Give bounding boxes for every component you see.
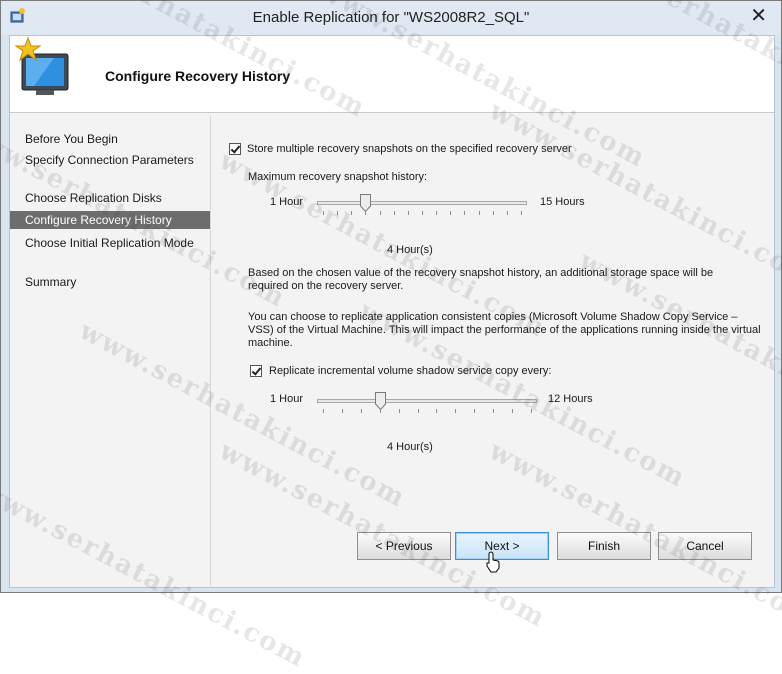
previous-button[interactable]: < Previous bbox=[357, 532, 451, 560]
store-snapshots-checkbox[interactable] bbox=[229, 143, 241, 155]
slider-tick bbox=[422, 211, 423, 215]
title-bar[interactable]: Enable Replication for "WS2008R2_SQL" ✕ bbox=[1, 1, 781, 35]
nav-item-before-you-begin[interactable]: Before You Begin bbox=[10, 131, 210, 147]
close-icon[interactable]: ✕ bbox=[750, 3, 767, 27]
wizard-client-area: Configure Recovery History Before You Be… bbox=[9, 35, 775, 588]
nav-item-choose-replication-disks[interactable]: Choose Replication Disks bbox=[10, 190, 210, 206]
slider-tick bbox=[521, 211, 522, 215]
mouse-cursor-icon bbox=[486, 551, 500, 573]
slider-tick bbox=[351, 211, 353, 215]
wizard-nav: Before You Begin Specify Connection Para… bbox=[10, 116, 210, 586]
vss-slider-track[interactable] bbox=[317, 399, 537, 403]
vss-slider-max-label: 12 Hours bbox=[548, 393, 593, 405]
slider-tick bbox=[512, 409, 514, 413]
slider-tick bbox=[450, 211, 452, 215]
slider-tick bbox=[436, 211, 438, 215]
storage-note: Based on the chosen value of the recover… bbox=[248, 267, 714, 292]
slider-tick bbox=[474, 409, 476, 413]
slider-tick bbox=[531, 409, 532, 413]
slider-tick bbox=[337, 211, 339, 215]
slider-tick bbox=[341, 409, 343, 413]
nav-item-choose-initial-replication-mode[interactable]: Choose Initial Replication Mode bbox=[10, 235, 210, 251]
slider-tick bbox=[379, 409, 381, 413]
vss-checkbox[interactable] bbox=[250, 365, 262, 377]
wizard-header: Configure Recovery History bbox=[10, 36, 774, 113]
slider-tick bbox=[323, 409, 324, 413]
vss-slider-value: 4 Hour(s) bbox=[387, 441, 433, 453]
store-snapshots-label: Store multiple recovery snapshots on the… bbox=[247, 143, 572, 155]
slider-tick bbox=[464, 211, 466, 215]
nav-item-configure-recovery-history[interactable]: Configure Recovery History bbox=[10, 211, 210, 229]
slider-tick bbox=[323, 211, 324, 215]
slider-tick bbox=[506, 211, 508, 215]
max-history-label: Maximum recovery snapshot history: bbox=[248, 171, 428, 183]
wizard-window: Enable Replication for "WS2008R2_SQL" ✕ … bbox=[0, 0, 782, 593]
slider-tick bbox=[365, 211, 367, 215]
slider-tick bbox=[436, 409, 438, 413]
monitor-star-icon bbox=[14, 36, 69, 95]
snapshot-slider-min-label: 1 Hour bbox=[270, 196, 304, 208]
nav-item-summary[interactable]: Summary bbox=[10, 274, 210, 290]
slider-tick bbox=[478, 211, 480, 215]
cancel-button[interactable]: Cancel bbox=[658, 532, 752, 560]
slider-tick bbox=[360, 409, 362, 413]
next-button[interactable]: Next > bbox=[455, 532, 549, 560]
snapshot-slider-thumb[interactable] bbox=[360, 194, 372, 212]
vss-slider-min-label: 1 Hour bbox=[270, 393, 304, 405]
vss-slider-thumb[interactable] bbox=[374, 392, 386, 410]
snapshot-slider-max-label: 15 Hours bbox=[540, 196, 585, 208]
slider-tick bbox=[407, 211, 409, 215]
slider-tick bbox=[398, 409, 400, 413]
slider-tick bbox=[455, 409, 457, 413]
slider-tick bbox=[393, 211, 395, 215]
slider-tick bbox=[492, 211, 494, 215]
wizard-content: Store multiple recovery snapshots on the… bbox=[211, 113, 774, 587]
snapshot-slider-track[interactable] bbox=[317, 201, 527, 205]
snapshot-slider-value: 4 Hour(s) bbox=[387, 244, 433, 256]
slider-tick bbox=[379, 211, 381, 215]
finish-button[interactable]: Finish bbox=[557, 532, 651, 560]
vss-checkbox-label: Replicate incremental volume shadow serv… bbox=[269, 365, 552, 377]
window-title: Enable Replication for "WS2008R2_SQL" bbox=[252, 9, 530, 26]
vss-note: You can choose to replicate application … bbox=[248, 311, 761, 349]
slider-tick bbox=[417, 409, 419, 413]
page-title: Configure Recovery History bbox=[105, 68, 291, 84]
nav-item-specify-connection-parameters[interactable]: Specify Connection Parameters bbox=[10, 152, 210, 168]
slider-tick bbox=[493, 409, 495, 413]
